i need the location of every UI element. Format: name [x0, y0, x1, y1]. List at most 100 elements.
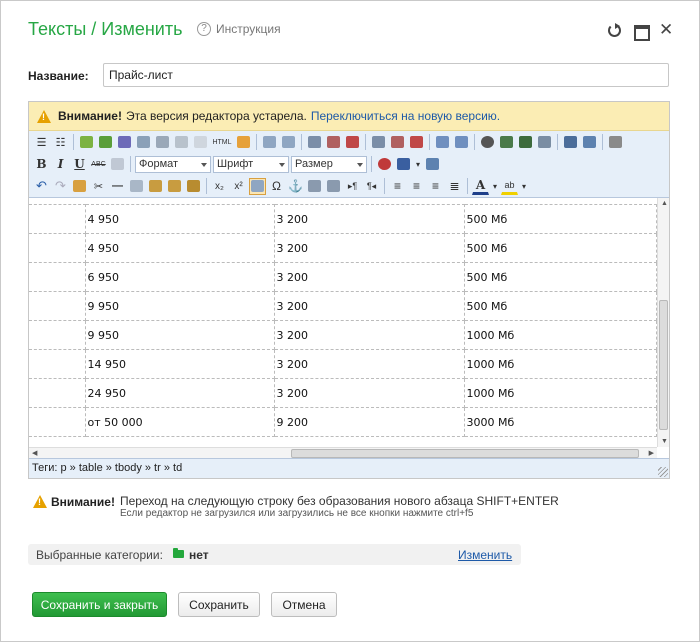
anchor-disabled-icon[interactable]	[192, 134, 209, 151]
horizontal-scroll-thumb[interactable]	[291, 449, 639, 458]
replace-icon[interactable]	[581, 134, 598, 151]
insert-image-icon[interactable]	[78, 134, 95, 151]
align-justify-icon[interactable]: ≣	[446, 178, 463, 195]
table-cell[interactable]: 1000 Мб	[464, 378, 657, 408]
table-cell[interactable]: 500 Мб	[464, 233, 657, 263]
table-cell[interactable]: 3 200	[274, 349, 465, 379]
scroll-right-icon[interactable]: ▶	[649, 449, 654, 457]
scroll-left-icon[interactable]: ◀	[32, 449, 37, 457]
maximize-icon[interactable]	[633, 23, 650, 41]
copy-icon[interactable]	[128, 178, 145, 195]
table-cell[interactable]	[29, 407, 86, 437]
italic-icon[interactable]: I	[52, 156, 69, 173]
media-icon[interactable]	[498, 134, 515, 151]
table-cell[interactable]: 6 950	[85, 262, 275, 292]
unlink-icon[interactable]	[173, 134, 190, 151]
indent-icon[interactable]	[325, 178, 342, 195]
align-right-icon[interactable]: ≡	[427, 178, 444, 195]
text-color-dropdown-icon[interactable]: ▾	[491, 178, 499, 195]
table-cell[interactable]: 3 200	[274, 291, 465, 321]
table-props-icon[interactable]	[453, 134, 470, 151]
table-row-icon[interactable]	[261, 134, 278, 151]
table-cell[interactable]	[29, 378, 86, 408]
undo-icon[interactable]: ↶	[33, 178, 50, 195]
fullscreen-icon[interactable]	[424, 156, 441, 173]
flash-icon[interactable]	[479, 134, 496, 151]
name-input[interactable]	[103, 63, 669, 87]
paste-word-icon[interactable]	[185, 178, 202, 195]
spellcheck-icon[interactable]	[116, 134, 133, 151]
table-cell[interactable]: 3 200	[274, 262, 465, 292]
spell-dropdown-icon[interactable]: ▾	[414, 156, 422, 173]
subscript-icon[interactable]: x₂	[211, 178, 228, 195]
change-categories-link[interactable]: Изменить	[458, 548, 512, 562]
redo-icon[interactable]: ↷	[52, 178, 69, 195]
save-and-close-button[interactable]: Сохранить и закрыть	[32, 592, 167, 617]
refresh-icon[interactable]	[607, 23, 621, 37]
delete-row-icon[interactable]	[325, 134, 342, 151]
table-cell[interactable]	[29, 233, 86, 263]
print-icon[interactable]	[607, 134, 624, 151]
switch-editor-link[interactable]: Переключиться на новую версию.	[311, 109, 500, 123]
paste-plain-icon[interactable]	[147, 178, 164, 195]
remove-format-icon[interactable]	[376, 156, 393, 173]
table-cell[interactable]: от 50 000	[85, 407, 275, 437]
rtl-icon[interactable]: ¶◂	[363, 178, 380, 195]
cut-icon[interactable]: ✂	[90, 178, 107, 195]
save-button[interactable]: Сохранить	[178, 592, 260, 617]
table-cell[interactable]	[29, 349, 86, 379]
table-cell[interactable]: 3000 Мб	[464, 407, 657, 437]
table-cell[interactable]: 500 Мб	[464, 262, 657, 292]
editor-content[interactable]: 4 950 3 200 500 Мб 4 950 3 200 500 Мб 6 950 3 2…	[29, 198, 669, 447]
bullet-list-icon[interactable]: ☰	[33, 134, 50, 151]
resize-grip-icon[interactable]	[658, 467, 668, 477]
table-cell-icon[interactable]	[280, 134, 297, 151]
table-cell[interactable]	[29, 262, 86, 292]
bold-icon[interactable]: B	[33, 156, 50, 173]
superscript-icon[interactable]: x²	[230, 178, 247, 195]
table-cell[interactable]	[29, 204, 86, 234]
special-char-icon[interactable]: Ω	[268, 178, 285, 195]
horizontal-rule-icon[interactable]: —	[109, 178, 126, 195]
split-column-icon[interactable]	[408, 134, 425, 151]
ltr-icon[interactable]: ▸¶	[344, 178, 361, 195]
strikethrough-icon[interactable]: ABC	[90, 156, 107, 173]
table-cell[interactable]: 14 950	[85, 349, 275, 379]
table-cell[interactable]: 4 950	[85, 233, 275, 263]
table-cell[interactable]: 9 200	[274, 407, 465, 437]
format-select[interactable]: Формат	[135, 155, 211, 173]
table-cell[interactable]: 500 Мб	[464, 291, 657, 321]
table-cell[interactable]: 500 Мб	[464, 204, 657, 234]
document-icon[interactable]	[536, 134, 553, 151]
font-select[interactable]: Шрифт	[213, 155, 289, 173]
paste-text-icon[interactable]	[166, 178, 183, 195]
table-cell[interactable]: 4 950	[85, 204, 275, 234]
table-cell[interactable]: 9 950	[85, 291, 275, 321]
scroll-down-icon[interactable]: ▼	[661, 438, 668, 445]
table-cell[interactable]	[29, 291, 86, 321]
text-color-icon[interactable]: A	[472, 178, 489, 195]
outdent-icon[interactable]	[306, 178, 323, 195]
split-row-icon[interactable]	[344, 134, 361, 151]
anchor-icon[interactable]: ⚓	[287, 178, 304, 195]
insert-link-icon[interactable]	[154, 134, 171, 151]
paste-icon[interactable]	[135, 134, 152, 151]
delete-column-icon[interactable]	[389, 134, 406, 151]
spell-check-icon[interactable]	[395, 156, 412, 173]
table-cell[interactable]: 9 950	[85, 320, 275, 350]
align-left-icon[interactable]: ≡	[389, 178, 406, 195]
close-icon[interactable]: ✕	[659, 21, 673, 38]
table-cell[interactable]: 3 200	[274, 320, 465, 350]
table-cell[interactable]: 3 200	[274, 204, 465, 234]
video-icon[interactable]	[517, 134, 534, 151]
table-icon[interactable]	[249, 177, 266, 195]
clear-format-icon[interactable]	[109, 156, 126, 173]
vertical-scroll-thumb[interactable]	[659, 300, 668, 430]
vertical-scrollbar[interactable]: ▲ ▼	[657, 198, 669, 447]
numbered-list-icon[interactable]: ☷	[52, 134, 69, 151]
table-cell[interactable]: 24 950	[85, 378, 275, 408]
edit-source-icon[interactable]	[235, 134, 252, 151]
table-cell[interactable]: 1000 Мб	[464, 320, 657, 350]
find-icon[interactable]	[562, 134, 579, 151]
help-link[interactable]: ? Инструкция	[197, 22, 281, 36]
